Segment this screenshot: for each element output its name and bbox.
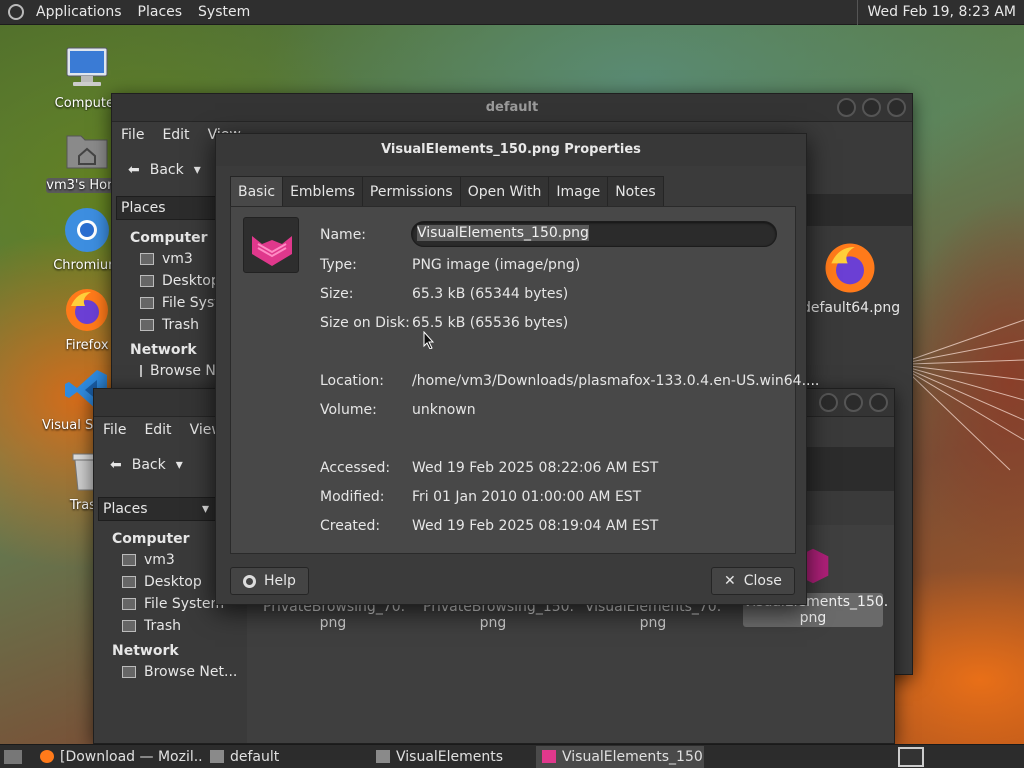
location-label: Location:: [320, 373, 384, 389]
sidebar-heading-network: Network: [112, 643, 179, 659]
wallpaper-fiber-decoration: [909, 319, 1024, 471]
name-input[interactable]: VisualElements_150.png: [411, 221, 777, 247]
chevron-down-icon: ▾: [201, 501, 209, 517]
top-panel: Applications Places System Wed Feb 19, 8…: [0, 0, 1024, 25]
trash-icon: [122, 620, 136, 632]
type-label: Type:: [320, 257, 357, 273]
network-icon: [122, 666, 136, 678]
close-window-button[interactable]: [869, 393, 888, 412]
size-on-disk-value: 65.5 kB (65536 bytes): [412, 315, 569, 331]
task-visualelements-properties[interactable]: VisualElements_150....: [536, 745, 704, 768]
home-icon: [122, 554, 136, 566]
minimize-button[interactable]: [819, 393, 838, 412]
chromium-icon: [65, 208, 109, 252]
minimize-button[interactable]: [837, 98, 856, 117]
back-button[interactable]: ⬅ Back ▾: [102, 457, 191, 473]
trash-icon: [140, 319, 154, 331]
menu-edit[interactable]: Edit: [153, 127, 198, 143]
pathbar-area: [802, 194, 912, 226]
drive-icon: [140, 297, 154, 309]
desktop-icon: [140, 275, 154, 287]
tab-bar: Basic Emblems Permissions Open With Imag…: [230, 176, 664, 206]
firefox-icon: [66, 289, 108, 331]
maximize-button[interactable]: [862, 98, 881, 117]
accessed-label: Accessed:: [320, 460, 391, 476]
firefox-icon: [40, 749, 54, 763]
firefox-icon: [825, 243, 875, 293]
location-value: /home/vm3/Downloads/plasmafox-133.0.4.en…: [412, 373, 820, 389]
computer-icon: [66, 47, 108, 86]
folder-icon: [376, 749, 390, 763]
menu-edit[interactable]: Edit: [135, 422, 180, 438]
back-button[interactable]: ⬅ Back ▾: [120, 162, 209, 178]
desktop-icon: [122, 576, 136, 588]
modified-label: Modified:: [320, 489, 385, 505]
home-folder-icon: [66, 135, 108, 169]
volume-value: unknown: [412, 402, 476, 418]
menu-file[interactable]: File: [94, 422, 135, 438]
tab-permissions[interactable]: Permissions: [361, 176, 461, 206]
help-button[interactable]: Help: [230, 567, 309, 595]
tab-basic[interactable]: Basic: [230, 176, 284, 206]
fox-logo-icon: [252, 236, 292, 266]
window-titlebar[interactable]: default: [112, 94, 912, 122]
dialog-titlebar[interactable]: VisualElements_150.png Properties: [216, 134, 806, 166]
created-value: Wed 19 Feb 2025 08:19:04 AM EST: [412, 518, 659, 534]
folder-icon: [210, 749, 224, 763]
tab-emblems[interactable]: Emblems: [282, 176, 363, 206]
places-menu[interactable]: Places: [130, 0, 191, 25]
tab-image[interactable]: Image: [548, 176, 609, 206]
back-arrow-icon: ⬅: [110, 457, 122, 473]
system-menu[interactable]: System: [190, 0, 258, 25]
type-value: PNG image (image/png): [412, 257, 581, 273]
close-window-button[interactable]: [887, 98, 906, 117]
close-icon: ✕: [724, 573, 736, 589]
file-thumbnail[interactable]: [243, 217, 299, 273]
menu-file[interactable]: File: [112, 127, 153, 143]
basic-tab-panel: Name: VisualElements_150.png Type: PNG i…: [230, 206, 819, 554]
dialog-title: VisualElements_150.png Properties: [381, 142, 641, 157]
size-label: Size:: [320, 286, 354, 302]
applications-menu[interactable]: Applications: [28, 0, 130, 25]
properties-dialog[interactable]: VisualElements_150.png Properties Basic …: [215, 133, 819, 605]
task-default[interactable]: default: [204, 746, 370, 768]
drive-icon: [122, 598, 136, 610]
taskbar: [Download — Mozil... default VisualEleme…: [0, 744, 1024, 768]
back-arrow-icon: ⬅: [128, 162, 140, 178]
distro-logo-icon[interactable]: [8, 4, 24, 20]
close-button[interactable]: ✕ Close: [711, 567, 795, 595]
size-on-disk-label: Size on Disk:: [320, 315, 410, 331]
home-icon: [140, 253, 154, 265]
maximize-button[interactable]: [844, 393, 863, 412]
task-visualelements[interactable]: VisualElements: [370, 746, 536, 768]
volume-label: Volume:: [320, 402, 377, 418]
fox-logo-icon: [542, 749, 556, 763]
tab-notes[interactable]: Notes: [607, 176, 664, 206]
size-value: 65.3 kB (65344 bytes): [412, 286, 569, 302]
workspace-switcher[interactable]: [898, 747, 924, 767]
created-label: Created:: [320, 518, 381, 534]
places-combo[interactable]: Places ▾: [98, 497, 216, 521]
modified-value: Fri 01 Jan 2010 01:00:00 AM EST: [412, 489, 642, 505]
show-desktop-icon[interactable]: [4, 749, 22, 764]
panel-clock[interactable]: Wed Feb 19, 8:23 AM: [856, 0, 1016, 25]
sidebar-item-browse-network[interactable]: Browse Net...: [94, 661, 244, 683]
mouse-cursor-icon: [423, 331, 435, 349]
accessed-value: Wed 19 Feb 2025 08:22:06 AM EST: [412, 460, 659, 476]
chevron-down-icon: ▾: [193, 162, 201, 178]
task-firefox-download[interactable]: [Download — Mozil...: [34, 746, 204, 768]
name-label: Name:: [320, 227, 367, 243]
network-icon: [140, 365, 142, 377]
file-item-default64[interactable]: default64.png: [802, 240, 900, 316]
sidebar-item-trash[interactable]: Trash: [94, 615, 244, 637]
tab-open-with[interactable]: Open With: [459, 176, 550, 206]
help-lifebuoy-icon: [243, 574, 256, 588]
chevron-down-icon: ▾: [175, 457, 183, 473]
